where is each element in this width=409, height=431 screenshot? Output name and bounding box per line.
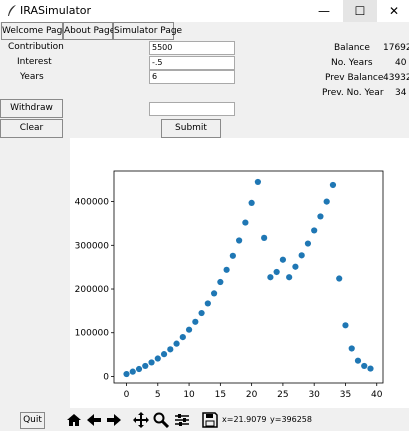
zoom-magnifier-icon[interactable]: [153, 412, 169, 428]
data-point: [354, 357, 362, 364]
data-point: [135, 365, 143, 373]
interest-input[interactable]: -.5: [149, 56, 235, 70]
data-point: [229, 252, 236, 259]
contribution-label: Contribution: [8, 42, 64, 52]
data-point: [323, 198, 330, 205]
data-point: [210, 290, 218, 297]
withdraw-input[interactable]: [149, 102, 235, 116]
data-point: [317, 213, 324, 220]
data-point: [217, 278, 224, 286]
x-tick-label: 30: [308, 390, 320, 400]
years-label: Years: [20, 72, 44, 82]
maximize-button[interactable]: ☐: [343, 0, 377, 22]
about-page-button[interactable]: About Page: [63, 22, 115, 40]
data-point: [236, 237, 243, 244]
y-coordinate-readout: y=396258: [270, 415, 312, 424]
withdraw-button[interactable]: Withdraw: [0, 99, 63, 118]
close-button[interactable]: ✕: [377, 0, 409, 22]
x-coordinate-readout: x=21.9079: [222, 415, 267, 424]
data-point: [129, 368, 136, 375]
simulator-page-button[interactable]: Simulator Page: [113, 22, 182, 40]
data-point: [248, 199, 255, 207]
save-floppy-icon[interactable]: [202, 412, 218, 428]
prev-no-year-value: 34: [395, 88, 407, 98]
data-point: [167, 346, 174, 353]
data-point: [329, 181, 337, 189]
no-years-label: No. Years: [331, 58, 373, 68]
data-point: [286, 274, 293, 281]
data-point: [367, 365, 374, 372]
data-point: [160, 351, 168, 358]
data-point: [342, 322, 349, 329]
x-tick-label: 0: [124, 390, 130, 400]
data-point: [292, 263, 299, 270]
data-point: [204, 300, 211, 307]
contribution-input[interactable]: 5500: [149, 41, 235, 55]
balance-label: Balance: [334, 43, 370, 53]
x-tick-label: 35: [340, 390, 351, 400]
feather-icon: [8, 5, 16, 16]
axes-frame: [113, 170, 384, 384]
welcome-page-button[interactable]: Welcome Page: [1, 22, 68, 40]
data-point: [348, 345, 355, 352]
plot-canvas[interactable]: 0 5 10 15 20 25 30 35 40 0 100000 200000 300000 40000…: [70, 138, 409, 408]
configure-subplots-icon[interactable]: [174, 412, 190, 428]
y-tick-label: 300000: [75, 241, 110, 251]
x-tick-label: 5: [155, 390, 161, 400]
x-tick-label: 15: [215, 390, 226, 400]
data-point: [304, 240, 312, 247]
data-point: [298, 252, 305, 259]
interest-label: Interest: [17, 57, 52, 67]
x-tick-label: 20: [246, 390, 258, 400]
data-point: [261, 234, 268, 241]
clear-button[interactable]: Clear: [0, 119, 63, 138]
data-point: [361, 362, 368, 370]
data-point: [242, 219, 249, 226]
data-point: [273, 268, 280, 276]
data-point: [123, 370, 130, 378]
forward-arrow-icon[interactable]: [106, 412, 122, 428]
data-point: [254, 178, 261, 186]
minimize-button[interactable]: —: [307, 0, 341, 22]
x-tick-label: 10: [183, 390, 195, 400]
data-point: [311, 227, 318, 234]
y-tick-label: 400000: [75, 198, 110, 208]
data-point: [148, 359, 155, 366]
home-icon[interactable]: [66, 412, 82, 428]
data-point: [279, 256, 287, 263]
data-point: [267, 274, 274, 281]
prev-no-year-label: Prev. No. Year: [322, 88, 384, 98]
title-bar: IRASimulator — ☐ ✕: [0, 0, 409, 22]
quit-button[interactable]: Quit: [20, 412, 45, 429]
y-tick-label: 0: [103, 372, 109, 382]
y-tick-label: 200000: [75, 285, 110, 295]
y-tick-label: 100000: [75, 329, 110, 339]
submit-button[interactable]: Submit: [161, 119, 221, 138]
x-tick-label: 40: [371, 390, 383, 400]
data-point: [185, 326, 193, 333]
data-point: [154, 355, 161, 362]
back-arrow-icon[interactable]: [86, 412, 102, 428]
data-point: [179, 334, 186, 341]
balance-value: 17692: [383, 43, 409, 53]
data-point: [198, 309, 205, 317]
pan-move-icon[interactable]: [133, 412, 149, 428]
data-point: [173, 340, 180, 347]
data-point: [336, 275, 343, 282]
data-point: [223, 266, 230, 273]
window-title: IRASimulator: [20, 4, 92, 17]
x-tick-label: 25: [277, 390, 288, 400]
scatter-chart: 0 5 10 15 20 25 30 35 40 0 100000 200000 300000 40000…: [75, 170, 384, 400]
no-years-value: 40: [395, 58, 407, 68]
prev-balance-label: Prev Balance: [325, 73, 384, 83]
prev-balance-value: 43932: [383, 73, 409, 83]
data-point: [142, 362, 149, 370]
data-point: [192, 318, 199, 325]
years-input[interactable]: 6: [149, 70, 235, 84]
